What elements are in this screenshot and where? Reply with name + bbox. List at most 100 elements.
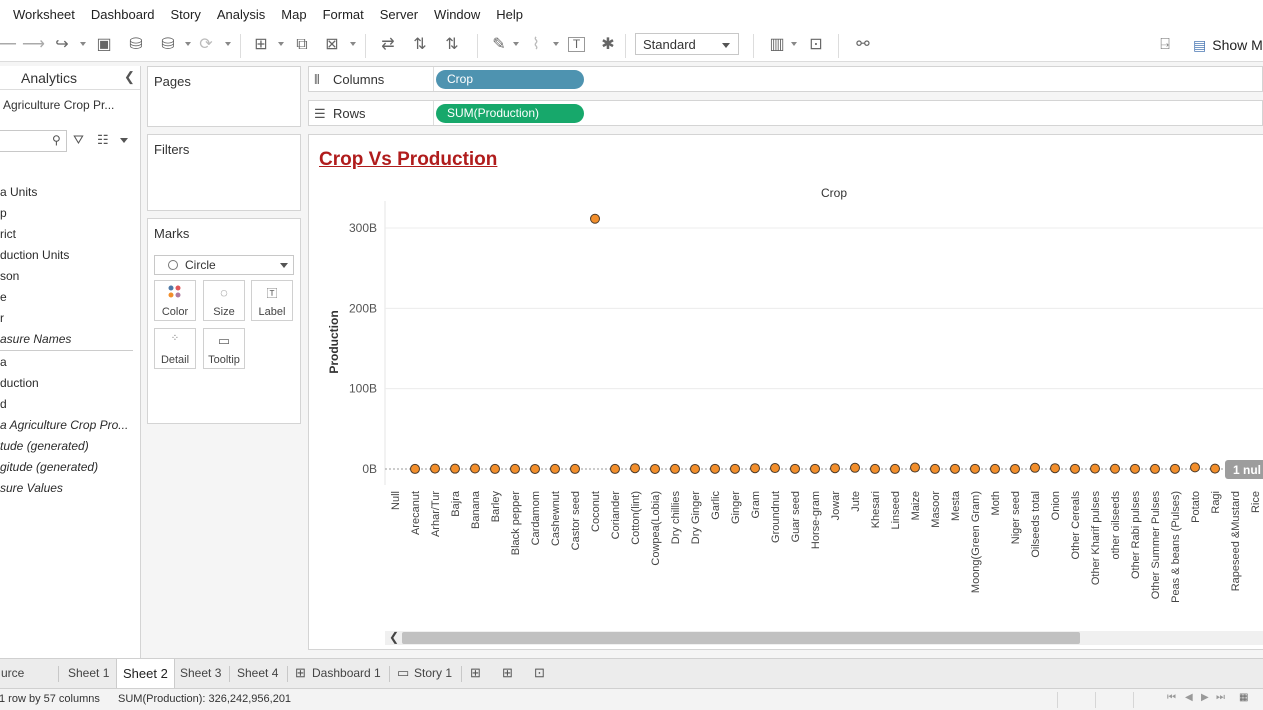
new-datasource-icon[interactable]: ⛁ [126,35,146,55]
tab-data-source[interactable]: urce [1,659,24,688]
menu-worksheet[interactable]: Worksheet [13,7,75,22]
tab-sheet-2[interactable]: Sheet 2 [116,659,175,688]
tab-sheet-4[interactable]: Sheet 4 [237,659,278,688]
crop-pill[interactable]: Crop [436,70,584,89]
detail-button[interactable]: ⁘ Detail [154,328,196,369]
measure-field[interactable]: duction [0,376,39,390]
menu-server[interactable]: Server [380,7,418,22]
measure-field[interactable]: gitude (generated) [0,460,98,474]
dimension-field[interactable]: son [0,269,19,283]
data-point [450,463,460,474]
view-options-icon[interactable]: ☷ [97,132,109,148]
show-cards-icon[interactable]: ▥ [767,35,787,55]
dimension-field[interactable]: r [0,311,4,325]
show-me-button[interactable]: ▤ Show Me [1193,35,1263,55]
measure-values-field[interactable]: sure Values [0,481,63,495]
new-worksheet-icon[interactable]: ⊞ [470,665,481,681]
measure-field[interactable]: d [0,397,7,411]
scroll-left-icon[interactable]: ❮ [389,630,399,644]
menu-story[interactable]: Story [171,7,201,22]
duplicate-sheet-icon[interactable]: ⧉ [292,35,312,55]
size-button[interactable]: ◌ Size [203,280,245,321]
tab-analytics[interactable]: Analytics ❮ [0,66,140,90]
measure-field[interactable]: a Agriculture Crop Pro... [0,418,128,432]
x-tick-label: Peas & beans (Pulses) [1170,491,1182,603]
prev-page-icon[interactable]: ◀ [1185,692,1193,703]
pause-updates-icon[interactable]: ⛁ [158,35,178,55]
menu-help[interactable]: Help [496,7,523,22]
collapse-chevron-icon[interactable]: ❮ [124,69,135,85]
dimension-field[interactable]: rict [0,227,16,241]
tab-dashboard-1[interactable]: Dashboard 1 [312,659,381,688]
pin-axes-icon[interactable]: ✱ [598,35,618,55]
measure-field[interactable]: a [0,355,7,369]
tab-divider [287,666,288,682]
mark-type-dropdown[interactable]: Circle [154,255,294,275]
dimension-field[interactable]: p [0,206,7,220]
menu-window[interactable]: Window [434,7,480,22]
menu-format[interactable]: Format [323,7,364,22]
label-button[interactable]: 🅃 Label [251,280,293,321]
fit-width-dropdown[interactable]: Standard [635,33,739,55]
tab-sheet-1[interactable]: Sheet 1 [68,659,109,688]
fit-value: Standard [643,37,696,52]
redo-dropdown-icon[interactable] [80,42,86,46]
highlight-icon[interactable]: ✎ [489,35,509,55]
refresh-dropdown-icon[interactable] [225,42,231,46]
swap-rows-columns-icon[interactable]: ⇄ [378,35,398,55]
scrollbar-thumb[interactable] [402,632,1080,644]
dimension-field[interactable]: e [0,290,7,304]
group-dropdown-icon[interactable] [553,42,559,46]
new-worksheet-icon[interactable]: ⊞ [251,35,271,55]
next-page-icon[interactable]: ▶ [1201,692,1209,703]
show-cards-dropdown-icon[interactable] [791,42,797,46]
menu-analysis[interactable]: Analysis [217,7,265,22]
sort-ascending-icon[interactable]: ⇅ [410,35,430,55]
clear-dropdown-icon[interactable] [350,42,356,46]
filters-shelf[interactable]: Filters [147,134,301,211]
dimension-field[interactable]: a Units [0,185,37,199]
clear-sheet-icon[interactable]: ⊠ [322,35,342,55]
status-divider [1133,692,1134,708]
rows-shelf[interactable]: ☰ Rows SUM(Production) [308,100,1263,126]
menu-dashboard[interactable]: Dashboard [91,7,155,22]
last-page-icon[interactable]: ⏭ [1216,692,1225,703]
back-icon[interactable]: ⟵ [0,35,17,55]
tab-story-1[interactable]: Story 1 [414,659,452,688]
new-worksheet-dropdown-icon[interactable] [278,42,284,46]
horizontal-scrollbar[interactable]: ❮ [385,630,1263,645]
color-button[interactable]: Color [154,280,196,321]
datasource-name[interactable]: Agriculture Crop Pr... [3,98,114,112]
tooltip-button[interactable]: ▭ Tooltip [203,328,245,369]
data-point [610,463,620,474]
grid-view-icon[interactable]: ▦ [1239,692,1248,703]
labels-icon[interactable]: T [568,37,585,52]
highlight-dropdown-icon[interactable] [513,42,519,46]
refresh-icon[interactable]: ⟳ [196,35,216,55]
first-page-icon[interactable]: ⏮ [1167,692,1176,703]
chevron-down-icon[interactable] [120,138,128,143]
field-search-input[interactable]: ⚲ [0,130,67,152]
data-point [590,213,600,224]
group-icon[interactable]: ⌇ [526,35,546,55]
filter-icon[interactable]: ⛛ [73,132,84,148]
tab-sheet-3[interactable]: Sheet 3 [180,659,221,688]
share-icon[interactable]: ⚯ [853,35,873,55]
forward-icon[interactable]: ⟶ [22,35,45,55]
dimension-field[interactable]: duction Units [0,248,69,262]
datasource-dropdown-icon[interactable] [185,42,191,46]
menu-map[interactable]: Map [281,7,306,22]
columns-shelf[interactable]: ⦀ Columns Crop [308,66,1263,92]
pages-shelf[interactable]: Pages [147,66,301,127]
redo-icon[interactable]: ↪ [52,35,72,55]
sort-descending-icon[interactable]: ⇅ [442,35,462,55]
format-workbook-icon[interactable]: ⍈ [1155,35,1175,55]
sum-production-pill[interactable]: SUM(Production) [436,104,584,123]
new-story-icon[interactable]: ⊡ [534,665,545,681]
x-tick-label: Banana [470,490,482,529]
measure-names-field[interactable]: asure Names [0,332,71,346]
presentation-mode-icon[interactable]: ⊡ [806,35,826,55]
save-icon[interactable]: ▣ [94,35,114,55]
new-dashboard-icon[interactable]: ⊞ [502,665,513,681]
measure-field[interactable]: tude (generated) [0,439,89,453]
